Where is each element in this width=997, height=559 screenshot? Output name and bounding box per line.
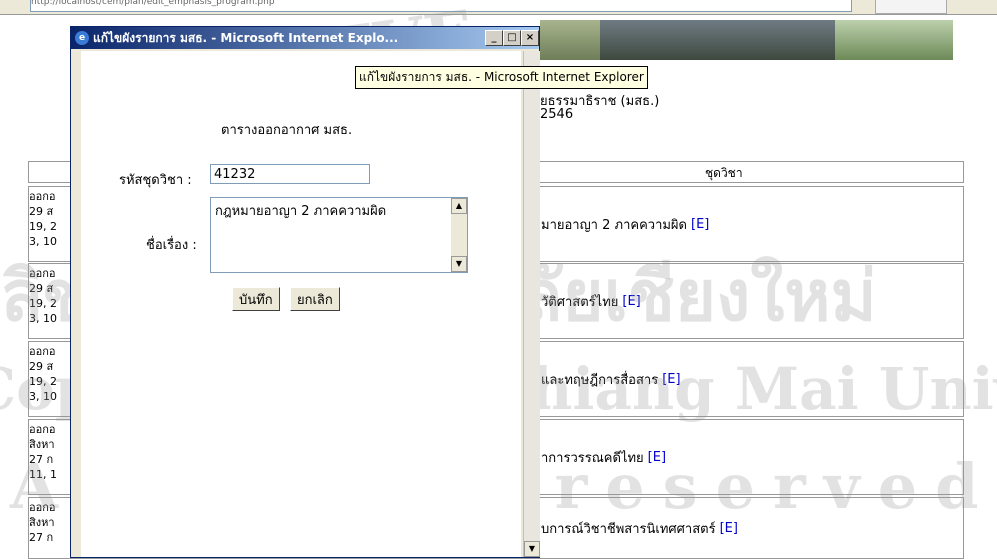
window-title-tooltip: แก้ไขผังรายการ มสธ. - Microsoft Internet… [355, 66, 648, 89]
go-button[interactable] [875, 0, 947, 14]
popup-title: แก้ไขผังรายการ มสธ. - Microsoft Internet… [93, 30, 399, 45]
textarea-scrollbar[interactable]: ▲ ▼ [451, 198, 467, 272]
edit-link[interactable]: [E] [691, 217, 709, 232]
course-title-label: ชื่อเรื่อง : [146, 238, 197, 253]
banner-image-left [540, 20, 600, 60]
scroll-down-arrow-icon[interactable]: ▼ [451, 256, 467, 272]
scroll-down-arrow-icon[interactable]: ▼ [524, 541, 540, 557]
page-header-line2: 2546 [540, 107, 574, 122]
scroll-up-arrow-icon[interactable]: ▲ [451, 198, 467, 214]
subject-name: วัติศาสตร์ไทย [541, 294, 619, 310]
popup-window: e แก้ไขผังรายการ มสธ. - Microsoft Intern… [70, 26, 540, 558]
banner-image-center [600, 20, 835, 60]
edit-link[interactable]: [E] [622, 294, 640, 309]
close-button[interactable]: × [521, 30, 539, 46]
popup-heading: ตารางออกอากาศ มสธ. [221, 123, 353, 138]
course-code-label: รหัสชุดวิชา : [119, 173, 192, 188]
edit-link[interactable]: [E] [648, 450, 666, 465]
subject-name: มายอาญา 2 ภาคความผิด [541, 217, 687, 233]
edit-link[interactable]: [E] [720, 521, 738, 536]
column-header-subject: ชุดวิชา [705, 166, 743, 180]
address-bar: http://localhost/cem/plan/edit_emphasis_… [0, 0, 997, 15]
subject-name: และทฤษฎีการสื่อสาร [541, 372, 659, 388]
subject-name: าการวรรณคดีไทย [541, 450, 644, 466]
minimize-button[interactable]: _ [485, 30, 503, 46]
popup-titlebar[interactable]: e แก้ไขผังรายการ มสธ. - Microsoft Intern… [71, 27, 539, 49]
popup-vertical-scrollbar[interactable]: ▼ [523, 51, 540, 557]
banner-image-right [835, 20, 953, 60]
course-title-textarea[interactable]: กฎหมายอาญา 2 ภาคความผิด [210, 197, 468, 273]
edit-link[interactable]: [E] [662, 372, 680, 387]
maximize-button[interactable]: □ [503, 30, 521, 46]
subject-name: บการณ์วิชาชีพสารนิเทศศาสตร์ [541, 521, 716, 537]
save-button[interactable]: บันทึก [232, 287, 280, 311]
address-input[interactable]: http://localhost/cem/plan/edit_emphasis_… [30, 0, 852, 12]
internet-explorer-icon: e [75, 31, 89, 45]
course-code-input[interactable] [210, 164, 370, 184]
cancel-button[interactable]: ยกเลิก [290, 287, 340, 311]
